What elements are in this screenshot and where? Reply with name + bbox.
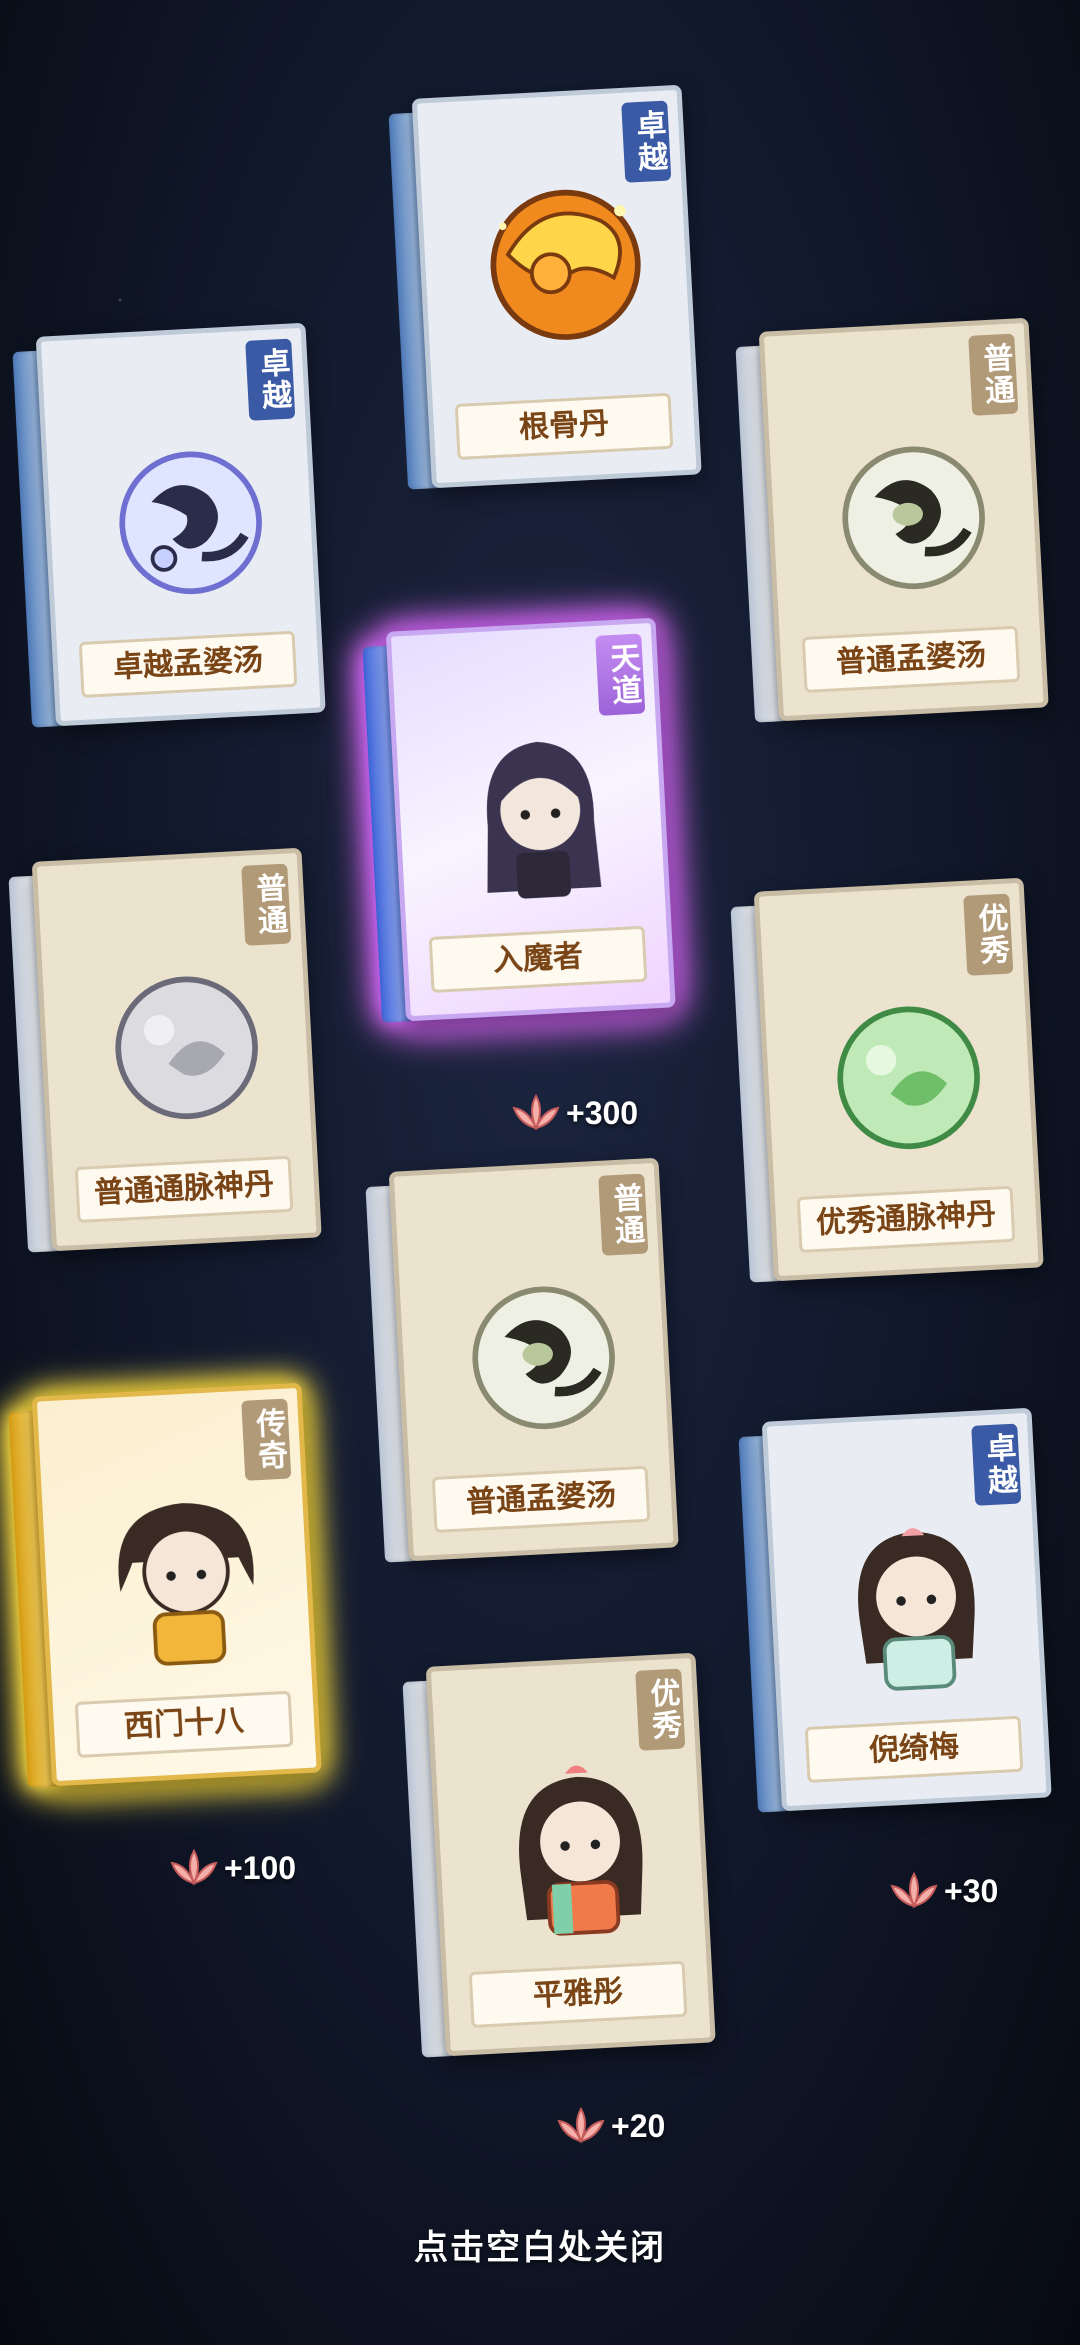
card-name: 平雅彤 <box>468 1960 688 2028</box>
rarity-tag: 传奇 <box>241 1398 292 1481</box>
reward-value: +300 <box>566 1094 639 1131</box>
lotus-icon <box>170 1848 218 1886</box>
character-portrait-icon <box>486 741 602 899</box>
rarity-tag: 天道 <box>595 633 646 716</box>
card-name: 倪绮梅 <box>804 1715 1024 1783</box>
reward-card-putong-mengpotang[interactable]: 普通 普通孟婆汤 <box>735 317 1056 732</box>
card-name: 根骨丹 <box>454 392 674 460</box>
reward-card-rumozhe[interactable]: 天道 入魔者 <box>362 617 683 1032</box>
card-panel: 普通 普通通脉神丹 <box>31 847 322 1252</box>
reward-card-ximenshiba[interactable]: 传奇 西门十八 <box>8 1382 329 1797</box>
card-name: 普通孟婆汤 <box>801 625 1021 693</box>
lotus-icon <box>890 1871 938 1909</box>
reward-card-gengudan[interactable]: 卓越 根骨丹 <box>388 84 709 499</box>
reward-amount: +300 <box>510 1090 638 1136</box>
card-panel: 优秀 优秀通脉神丹 <box>753 877 1044 1282</box>
card-name: 卓越孟婆汤 <box>78 630 298 698</box>
rarity-tag: 普通 <box>598 1173 649 1256</box>
rarity-tag: 卓越 <box>245 338 296 421</box>
lotus-icon <box>512 1093 560 1131</box>
card-panel: 优秀 平雅彤 <box>425 1652 716 2057</box>
card-panel: 传奇 西门十八 <box>31 1382 322 1787</box>
green-pill-icon <box>837 1006 980 1150</box>
character-portrait-icon <box>118 1503 254 1666</box>
rarity-tag: 普通 <box>968 333 1019 416</box>
card-panel: 普通 普通孟婆汤 <box>388 1157 679 1562</box>
reward-value: +100 <box>224 1849 297 1886</box>
soup-orb-icon <box>842 446 985 590</box>
character-portrait-icon <box>519 1765 643 1936</box>
card-panel: 普通 普通孟婆汤 <box>758 317 1049 722</box>
card-panel: 卓越 卓越孟婆汤 <box>35 322 326 727</box>
reward-value: +20 <box>611 2107 666 2144</box>
card-name: 普通孟婆汤 <box>431 1465 651 1533</box>
rarity-tag: 普通 <box>241 863 292 946</box>
card-name: 入魔者 <box>428 925 648 993</box>
soup-orb-icon <box>119 451 262 595</box>
reward-card-pingyatong[interactable]: 优秀 平雅彤 <box>402 1652 723 2067</box>
card-name: 优秀通脉神丹 <box>796 1185 1016 1253</box>
lotus-icon <box>557 2106 605 2144</box>
card-panel: 卓越 根骨丹 <box>411 84 702 489</box>
golden-pill-icon <box>490 189 641 340</box>
reward-card-putong-tongmai[interactable]: 普通 普通通脉神丹 <box>8 847 329 1262</box>
character-portrait-icon <box>858 1528 975 1691</box>
card-name: 普通通脉神丹 <box>74 1155 294 1223</box>
reward-value: +30 <box>944 1872 999 1909</box>
card-panel: 天道 入魔者 <box>385 617 676 1022</box>
reward-card-niqimei[interactable]: 卓越 倪绮梅 <box>738 1407 1059 1822</box>
card-name: 西门十八 <box>74 1690 294 1758</box>
reward-amount: +30 <box>888 1868 998 1914</box>
reward-card-zhuoyue-mengpotang[interactable]: 卓越 卓越孟婆汤 <box>12 322 333 737</box>
card-panel: 卓越 倪绮梅 <box>761 1407 1052 1812</box>
reward-card-youxiu-tongmai[interactable]: 优秀 优秀通脉神丹 <box>730 877 1051 1292</box>
reward-card-putong-mengpotang-2[interactable]: 普通 普通孟婆汤 <box>365 1157 686 1572</box>
soup-orb-icon <box>472 1286 615 1430</box>
reward-amount: +20 <box>555 2103 665 2149</box>
rarity-tag: 优秀 <box>635 1668 686 1751</box>
reward-amount: +100 <box>168 1845 296 1891</box>
close-hint[interactable]: 点击空白处关闭 <box>0 2220 1080 2269</box>
rarity-tag: 优秀 <box>963 893 1014 976</box>
silver-pill-icon <box>115 976 258 1120</box>
rarity-tag: 卓越 <box>971 1423 1022 1506</box>
